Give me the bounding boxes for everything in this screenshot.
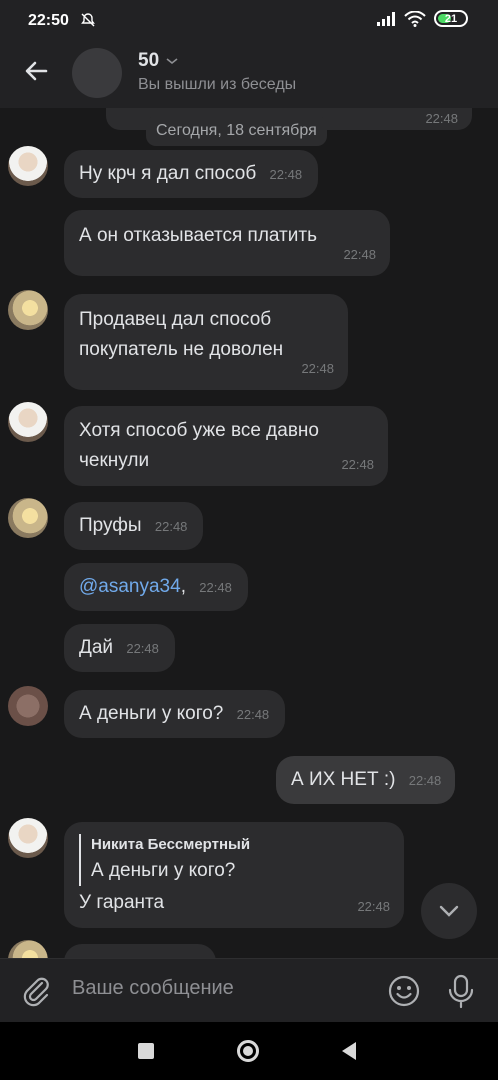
chat-title-text: 50 [138,50,160,71]
status-time: 22:50 [28,12,69,29]
message-text: Пруфы [79,515,142,536]
avatar[interactable] [8,498,48,538]
message-time: 22:48 [236,707,270,722]
message-time: 22:48 [126,641,159,656]
message-text: А деньги у кого? [79,703,224,724]
message-text-line: Продавец дал способ [79,309,272,330]
chat-subtitle: Вы вышли из беседы [138,76,297,93]
message-bubble[interactable]: Продавец дал способ покупатель не доволе… [64,294,348,390]
recents-button[interactable] [138,1043,154,1059]
message-time: 22:48 [301,361,334,376]
chat-title[interactable]: 50 [138,50,179,72]
smile-icon[interactable] [386,973,422,1009]
message-time: 22:48 [343,247,376,262]
mention-link[interactable]: @asanya34 [79,576,181,597]
avatar[interactable] [8,402,48,442]
message-text: Дай [79,637,114,658]
chat-avatar[interactable] [72,48,122,98]
chevron-down-icon [439,905,459,917]
wifi-icon [404,10,426,27]
microphone-icon[interactable] [446,973,476,1009]
message-text-line: покупатель не доволен [79,339,284,360]
message-bubble[interactable]: Хотя способ уже все давно чекнули 22:48 [64,406,388,486]
home-button[interactable] [237,1040,259,1062]
message-bubble[interactable]: Дай 22:48 [64,624,175,672]
signal-icon [377,11,395,26]
message-bubble[interactable]: А он отказывается платить 22:48 [64,210,390,276]
avatar[interactable] [8,290,48,330]
message-input[interactable]: Ваше сообщение [72,977,234,1000]
message-text-line: Хотя способ уже все давно [79,420,319,441]
message-time: 22:48 [154,519,188,534]
avatar[interactable] [8,686,48,726]
message-text: А ИХ НЕТ :) [291,769,396,790]
message-bubble[interactable]: @asanya34, 22:48 [64,563,248,611]
chat-header: 50 Вы вышли из беседы [0,40,498,108]
message-bubble[interactable]: Ну крч я дал способ 22:48 [64,150,319,198]
message-time: 22:48 [425,111,458,126]
back-button[interactable] [342,1042,356,1060]
avatar[interactable] [8,146,48,186]
battery-level: 21 [444,12,458,25]
outgoing-message-bubble[interactable]: А ИХ НЕТ :) 22:48 [276,756,456,804]
message-time: 22:48 [408,773,442,788]
back-arrow-icon[interactable] [20,54,54,88]
message-text-line: чекнули [79,450,150,471]
message-time: 22:48 [341,457,374,472]
avatar[interactable] [8,940,48,958]
message-time: 22:48 [199,580,232,595]
message-text: У гаранта [79,892,165,913]
message-bubble[interactable]: Никита Бессмертный А деньги у кого? У га… [64,822,404,928]
date-separator: Сегодня, 18 сентября [146,116,327,146]
message-time: 22:48 [269,167,303,182]
paperclip-icon[interactable] [20,973,52,1009]
message-time: 22:48 [357,899,390,914]
message-bubble[interactable]: Пруфы 22:48 [64,502,204,550]
scroll-down-button[interactable] [421,883,477,939]
system-nav-bar [0,1022,498,1080]
message-text: , [180,576,186,597]
message-bubble[interactable] [64,944,216,958]
avatar[interactable] [8,818,48,858]
battery-icon: 21 [434,10,468,27]
reply-quote[interactable]: Никита Бессмертный А деньги у кого? [79,834,388,886]
message-composer: Ваше сообщение [0,958,498,1022]
mute-icon [81,13,95,27]
message-text: А он отказывается платить [79,225,317,246]
message-bubble[interactable]: А деньги у кого? 22:48 [64,690,286,738]
reply-text: А деньги у кого? [91,860,236,881]
reply-author: Никита Бессмертный [91,836,251,853]
status-bar: 22:50 21 [0,0,498,40]
chevron-down-icon [166,58,178,65]
message-text: Ну крч я дал способ [79,163,257,184]
message-list[interactable]: 22:48 Сегодня, 18 сентября Ну крч я дал … [0,108,498,958]
